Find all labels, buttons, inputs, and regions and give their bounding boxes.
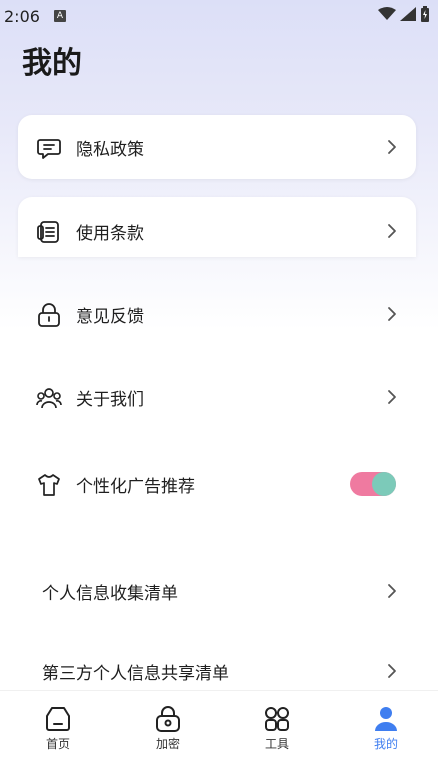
chevron-right-icon [388,584,396,598]
lock-icon [156,706,180,732]
notification-icon: A [54,10,66,22]
about-us-item[interactable]: 关于我们 [0,374,438,420]
wifi-icon [378,7,396,20]
users-icon [36,388,62,409]
feedback-item[interactable]: 意见反馈 [0,291,438,337]
tab-tools-label: 工具 [264,737,289,751]
tab-mine-label: 我的 [373,737,398,751]
toggle-knob [372,472,396,496]
chevron-right-icon [388,307,396,321]
privacy-policy-label: 隐私政策 [76,139,144,160]
page-title: 我的 [22,46,82,81]
status-time: 2:06 [4,7,40,26]
tab-home[interactable]: 首页 [18,705,98,752]
privacy-policy-item[interactable]: 隐私政策 [0,124,438,170]
lock-icon [38,303,60,327]
feedback-label: 意见反馈 [76,306,144,327]
tshirt-icon [38,474,60,496]
battery-icon [421,6,429,22]
tools-icon [265,707,289,731]
chevron-right-icon [388,390,396,404]
bottom-tab-bar: 首页 加密 工具 我的 [0,690,438,781]
tab-mine[interactable]: 我的 [346,705,426,752]
terms-of-use-item[interactable]: 使用条款 [0,208,438,254]
personalized-ads-item: 个性化广告推荐 [0,461,438,507]
tab-tools[interactable]: 工具 [237,705,317,752]
user-icon [375,707,397,731]
personalized-ads-toggle[interactable] [350,472,396,496]
terms-of-use-label: 使用条款 [76,223,144,244]
tab-encrypt-label: 加密 [155,737,180,751]
tab-home-label: 首页 [45,737,70,751]
third-party-list-label: 第三方个人信息共享清单 [42,663,229,684]
chevron-right-icon [388,224,396,238]
document-icon [37,221,59,243]
status-bar: 2:06 A [0,0,438,32]
personal-info-list-label: 个人信息收集清单 [42,583,178,604]
personal-info-list-item[interactable]: 个人信息收集清单 [0,568,438,614]
tab-encrypt[interactable]: 加密 [128,705,208,752]
status-icons [378,6,430,22]
message-icon [37,139,61,159]
chevron-right-icon [388,140,396,154]
personalized-ads-label: 个性化广告推荐 [76,476,195,497]
about-us-label: 关于我们 [76,389,144,410]
home-icon [46,707,70,731]
third-party-list-item[interactable]: 第三方个人信息共享清单 [0,648,438,694]
chevron-right-icon [388,664,396,678]
signal-icon [400,7,416,21]
